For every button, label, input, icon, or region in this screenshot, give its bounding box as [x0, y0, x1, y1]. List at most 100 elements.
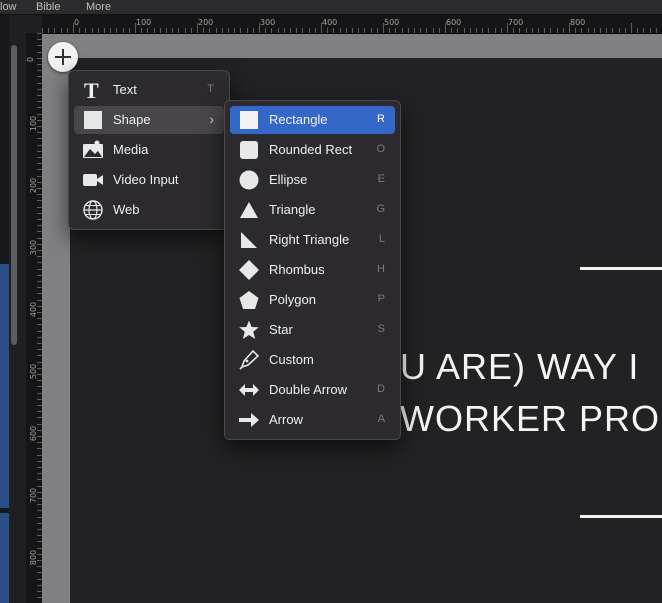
menu-item-triangle[interactable]: Triangle G — [230, 196, 395, 224]
menu-item-star[interactable]: Star S — [230, 316, 395, 344]
ruler-tick — [600, 28, 601, 33]
ruler-label: 100 — [29, 115, 39, 132]
right-triangle-icon — [241, 232, 257, 248]
ruler-tick — [91, 28, 93, 33]
media-icon — [83, 140, 103, 158]
menu-window[interactable]: low — [0, 0, 17, 14]
ruler-tick — [463, 28, 465, 33]
menu-item-label: Rounded Rect — [269, 142, 353, 157]
top-ruler: 0 100 200 300 400 500 600 700 800 — [42, 15, 662, 34]
menu-item-label: Video Input — [113, 172, 179, 187]
menu-item-text[interactable]: T Text T — [74, 76, 224, 104]
ruler-tick — [550, 28, 552, 33]
ruler-tick — [339, 28, 341, 33]
menu-item-label: Shape — [113, 112, 151, 127]
ruler-tick — [612, 28, 614, 33]
menu-item-custom[interactable]: Custom — [230, 346, 395, 374]
menu-bible[interactable]: Bible — [36, 0, 60, 14]
ruler-tick — [538, 28, 539, 33]
ruler-tick — [104, 28, 105, 33]
polygon-icon — [239, 291, 259, 309]
slide-text-line-1[interactable]: U ARE) WAY I — [400, 346, 639, 388]
ruler-tick — [544, 28, 546, 33]
menu-item-double-arrow[interactable]: Double Arrow D — [230, 376, 395, 404]
menu-item-label: Double Arrow — [269, 382, 348, 397]
ruler-label: 800 — [570, 18, 586, 27]
arrow-icon — [239, 413, 259, 427]
ruler-label: 700 — [29, 487, 39, 504]
panel-scrollbar[interactable] — [11, 45, 17, 345]
ruler-tick — [203, 28, 205, 33]
menu-item-arrow[interactable]: Arrow A — [230, 406, 395, 434]
ruler-tick — [48, 28, 50, 33]
menu-more[interactable]: More — [86, 0, 111, 14]
ruler-tick — [221, 28, 223, 33]
menu-item-rectangle[interactable]: Rectangle R — [230, 106, 395, 134]
ruler-tick — [283, 28, 285, 33]
selected-slide-strip[interactable] — [0, 264, 9, 508]
ruler-tick — [345, 28, 347, 33]
slide-divider-top — [580, 267, 662, 270]
ruler-label: 600 — [29, 425, 39, 442]
ruler-label: 600 — [446, 18, 462, 27]
shortcut-label: O — [376, 143, 385, 155]
ruler-tick — [265, 28, 267, 33]
ruler-tick — [190, 28, 192, 33]
left-ruler: 0 100 200 300 400 500 600 700 800 — [26, 33, 42, 603]
ruler-label: 800 — [29, 549, 39, 566]
ruler-tick — [364, 28, 366, 33]
shortcut-label: G — [376, 203, 385, 215]
triangle-icon — [240, 202, 258, 218]
insert-menu: T Text T Shape › Media Video Input Web — [68, 70, 230, 230]
menu-item-media[interactable]: Media — [74, 136, 224, 164]
ruler-label: 300 — [29, 239, 39, 256]
slide-divider-bottom — [580, 515, 662, 518]
rhombus-icon — [239, 260, 259, 280]
ruler-tick — [110, 28, 112, 33]
ruler-tick — [271, 28, 273, 33]
menu-item-shape[interactable]: Shape › — [74, 106, 224, 134]
ruler-tick — [556, 28, 558, 33]
ruler-tick — [184, 28, 186, 33]
menu-item-right-triangle[interactable]: Right Triangle L — [230, 226, 395, 254]
ruler-tick — [488, 28, 490, 33]
ruler-tick — [376, 28, 378, 33]
ruler-tick — [438, 28, 440, 33]
menu-item-video-input[interactable]: Video Input — [74, 166, 224, 194]
ruler-tick — [451, 28, 453, 33]
menu-item-rhombus[interactable]: Rhombus H — [230, 256, 395, 284]
ruler-tick — [135, 23, 136, 33]
menu-item-ellipse[interactable]: Ellipse E — [230, 166, 395, 194]
ruler-tick — [352, 28, 353, 33]
ruler-tick — [159, 28, 161, 33]
slide-strip[interactable] — [0, 513, 9, 603]
ruler-tick — [42, 28, 43, 33]
ruler-label: 0 — [26, 56, 36, 63]
ruler-tick — [445, 23, 446, 33]
menu-item-label: Text — [113, 82, 137, 97]
ruler-label: 300 — [260, 18, 276, 27]
menu-item-label: Custom — [269, 352, 314, 367]
shortcut-label: P — [377, 293, 385, 305]
add-object-button[interactable] — [48, 42, 78, 72]
shortcut-label: S — [377, 323, 385, 335]
ruler-tick — [370, 28, 372, 33]
ruler-tick — [296, 28, 298, 33]
menu-item-rounded-rect[interactable]: Rounded Rect O — [230, 136, 395, 164]
ruler-tick — [593, 28, 595, 33]
ruler-tick — [60, 28, 62, 33]
ruler-tick — [513, 28, 515, 33]
ruler-tick — [655, 28, 657, 33]
ruler-tick — [494, 28, 496, 33]
menu-item-label: Polygon — [269, 292, 316, 307]
shortcut-label: R — [377, 113, 385, 125]
menu-item-label: Star — [269, 322, 293, 337]
ruler-tick — [618, 28, 620, 33]
ruler-tick — [507, 23, 508, 33]
ruler-tick — [128, 28, 130, 33]
menu-item-web[interactable]: Web — [74, 196, 224, 224]
menu-item-polygon[interactable]: Polygon P — [230, 286, 395, 314]
slide-text-line-2[interactable]: WORKER PRO — [400, 398, 660, 440]
ellipse-icon — [239, 170, 259, 190]
ruler-label: 500 — [384, 18, 400, 27]
